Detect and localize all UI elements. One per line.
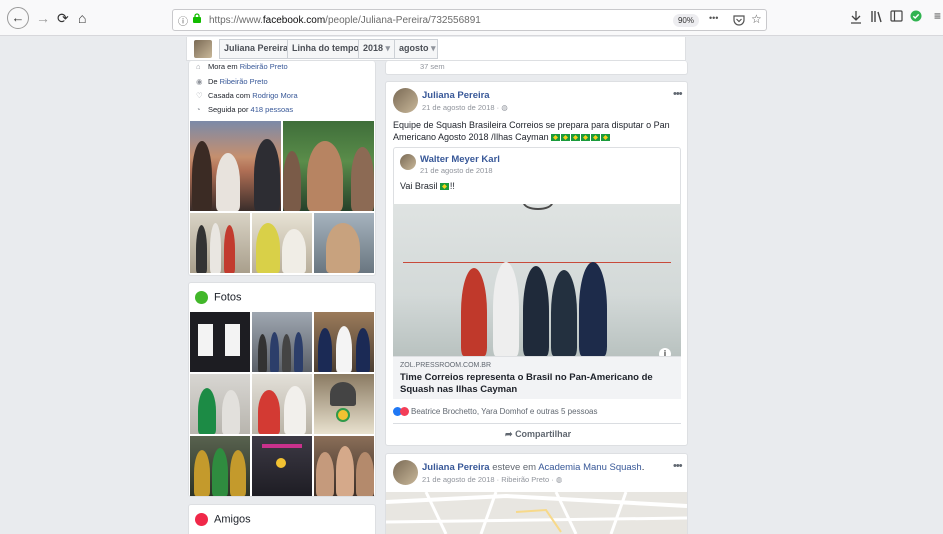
home-icon: ⌂ bbox=[196, 62, 201, 71]
previous-post-time[interactable]: 37 sem bbox=[420, 62, 445, 71]
timeline-label: Linha do tempo bbox=[292, 43, 359, 53]
lives-city-link[interactable]: Ribeirão Preto bbox=[240, 62, 288, 71]
downloads-icon[interactable] bbox=[850, 10, 862, 24]
info-icon[interactable]: i bbox=[659, 348, 671, 356]
photo-thumb-8[interactable] bbox=[252, 436, 312, 496]
post-options-icon[interactable]: ••• bbox=[673, 460, 683, 472]
featured-photo-2[interactable] bbox=[283, 121, 374, 211]
author-avatar[interactable] bbox=[393, 460, 418, 485]
extension-check-icon[interactable] bbox=[910, 10, 922, 22]
heart-icon: ♡ bbox=[196, 91, 203, 100]
divider bbox=[393, 423, 681, 424]
pocket-icon[interactable] bbox=[733, 14, 745, 26]
shared-author-link[interactable]: Walter Meyer Karl bbox=[420, 154, 500, 165]
month-dropdown[interactable]: agosto ▾ bbox=[394, 39, 438, 59]
from-city-link[interactable]: Ribeirão Preto bbox=[220, 77, 268, 86]
photo-thumb-6[interactable] bbox=[314, 374, 374, 434]
year-label: 2018 bbox=[363, 43, 384, 53]
chevron-down-icon: ▾ bbox=[431, 43, 436, 53]
month-label: agosto bbox=[399, 43, 429, 53]
featured-photo-1[interactable] bbox=[190, 121, 281, 211]
friends-title: Amigos bbox=[214, 513, 251, 526]
back-button[interactable]: ← bbox=[7, 7, 29, 29]
map-roads bbox=[386, 492, 687, 534]
share-button[interactable]: ➦ Compartilhar bbox=[505, 429, 571, 440]
friends-icon bbox=[195, 513, 208, 526]
bookmark-star-icon[interactable]: ☆ bbox=[751, 12, 762, 26]
shared-post-text: Vai Brasil !! bbox=[400, 181, 455, 193]
photos-title: Fotos bbox=[214, 291, 242, 304]
photo-thumb-9[interactable] bbox=[314, 436, 374, 496]
photo-thumb-3[interactable] bbox=[314, 312, 374, 372]
brazil-flag-emojis bbox=[551, 132, 611, 144]
featured-photo-3[interactable] bbox=[190, 213, 250, 273]
checkin-headline: Juliana Pereira esteve em Academia Manu … bbox=[422, 462, 645, 473]
menu-icon[interactable]: ≡ bbox=[934, 9, 941, 23]
photo-thumb-2[interactable] bbox=[252, 312, 312, 372]
page-actions-icon[interactable]: ••• bbox=[709, 13, 718, 23]
shared-post-date[interactable]: 21 de agosto de 2018 bbox=[420, 166, 493, 175]
shared-author-avatar[interactable] bbox=[400, 154, 416, 170]
post-options-icon[interactable]: ••• bbox=[673, 88, 683, 100]
reactions-summary[interactable]: Beatrice Brochetto, Yara Domhof e outras… bbox=[393, 407, 597, 417]
globe-icon: ◍ bbox=[555, 475, 563, 484]
photos-header[interactable]: Fotos bbox=[195, 291, 242, 304]
author-avatar[interactable] bbox=[393, 88, 418, 113]
sidebar-icon[interactable] bbox=[890, 10, 903, 22]
intro-followers: ◔ Seguida por 418 pessoas bbox=[196, 105, 294, 114]
lock-icon bbox=[193, 13, 201, 23]
intro-lives: ⌂ Mora em Ribeirão Preto bbox=[196, 62, 288, 71]
brazil-flag-emoji bbox=[439, 181, 450, 193]
location-pin-icon: ◉ bbox=[196, 77, 203, 86]
photo-thumb-5[interactable] bbox=[252, 374, 312, 434]
zoom-level[interactable]: 90% bbox=[673, 14, 699, 27]
photo-thumb-7[interactable] bbox=[190, 436, 250, 496]
featured-photo-4[interactable] bbox=[252, 213, 312, 273]
link-preview-image[interactable]: i bbox=[393, 204, 681, 356]
link-domain: ZOL.PRESSROOM.COM.BR bbox=[400, 362, 492, 369]
checkin-date[interactable]: 21 de agosto de 2018 · Ribeirão Preto · … bbox=[422, 475, 562, 484]
year-dropdown[interactable]: 2018 ▾ bbox=[358, 39, 395, 59]
forward-button[interactable]: → bbox=[36, 8, 50, 28]
timeline-dropdown[interactable]: Linha do tempo ▾ bbox=[287, 39, 366, 59]
profile-name-label: Juliana Pereira bbox=[224, 43, 289, 53]
intro-from: ◉ De Ribeirão Preto bbox=[196, 77, 268, 86]
url-text: https://www.facebook.com/people/Juliana-… bbox=[209, 15, 481, 26]
share-icon: ➦ bbox=[505, 429, 513, 439]
link-title[interactable]: Time Correios representa o Brasil no Pan… bbox=[400, 372, 653, 396]
post-text: Equipe de Squash Brasileira Correios se … bbox=[393, 120, 670, 144]
spouse-link[interactable]: Rodrigo Mora bbox=[252, 91, 297, 100]
rss-icon: ◔ bbox=[196, 105, 201, 114]
place-link[interactable]: Academia Manu Squash bbox=[538, 462, 642, 473]
address-bar[interactable]: ⓘ https://www.facebook.com/people/Julian… bbox=[172, 9, 767, 31]
library-icon[interactable] bbox=[870, 10, 883, 23]
chevron-down-icon: ▾ bbox=[385, 43, 391, 53]
browser-toolbar: ← → ⟳ ⌂ ⓘ https://www.facebook.com/peopl… bbox=[0, 0, 943, 36]
post-author-link[interactable]: Juliana Pereira bbox=[422, 90, 490, 101]
love-reaction-icon bbox=[400, 407, 409, 417]
info-icon[interactable]: ⓘ bbox=[178, 13, 188, 28]
featured-photo-5[interactable] bbox=[314, 213, 374, 273]
globe-icon: ◍ bbox=[501, 103, 508, 112]
photo-thumb-4[interactable] bbox=[190, 374, 250, 434]
post-date[interactable]: 21 de agosto de 2018 · ◍ bbox=[422, 103, 508, 112]
post-author-link[interactable]: Juliana Pereira bbox=[422, 462, 490, 473]
home-button[interactable]: ⌂ bbox=[78, 8, 86, 28]
intro-married: ♡ Casada com Rodrigo Mora bbox=[196, 91, 298, 100]
facebook-page: Juliana Pereira Linha do tempo ▾ 2018 ▾ … bbox=[8, 37, 943, 534]
friends-header[interactable]: Amigos bbox=[195, 513, 251, 526]
profile-name-button[interactable]: Juliana Pereira bbox=[219, 39, 288, 59]
followers-link[interactable]: 418 pessoas bbox=[251, 105, 294, 114]
location-map[interactable] bbox=[386, 492, 687, 534]
photos-icon bbox=[195, 291, 208, 304]
reload-button[interactable]: ⟳ bbox=[57, 8, 69, 28]
profile-thumbnail[interactable] bbox=[194, 40, 212, 58]
photo-thumb-1[interactable] bbox=[190, 312, 250, 372]
